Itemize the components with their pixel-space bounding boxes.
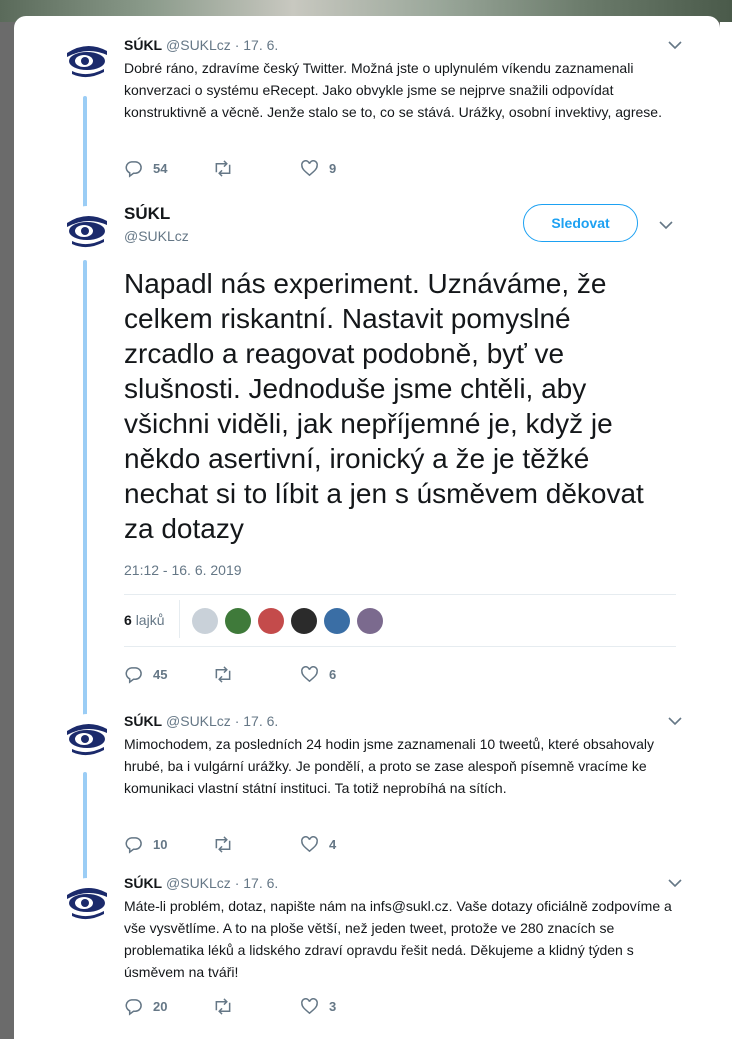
- avatar[interactable]: [64, 206, 110, 252]
- like-count: 6: [329, 666, 337, 682]
- liker-avatar[interactable]: [192, 608, 218, 634]
- tweet-text: Dobré ráno, zdravíme český Twitter. Možn…: [124, 60, 662, 120]
- like-count: 3: [329, 998, 337, 1014]
- tweet-text: Máte-li problém, dotaz, napište nám na i…: [124, 898, 672, 980]
- avatar[interactable]: [64, 36, 110, 82]
- chevron-down-icon[interactable]: [666, 36, 684, 54]
- author-name[interactable]: SÚKL: [124, 37, 162, 53]
- reply-icon: [125, 836, 142, 854]
- reply-count: 20: [153, 998, 168, 1014]
- tweet-thread-modal: SÚKL @SUKLcz · 17. 6. Dobré ráno, zdraví…: [14, 16, 720, 1039]
- tweet[interactable]: SÚKL @SUKLcz · 17. 6. Mimochodem, za pos…: [124, 712, 684, 854]
- avatar[interactable]: [64, 878, 110, 924]
- sukl-logo-icon: [64, 878, 110, 924]
- likes-label: lajků: [135, 612, 165, 628]
- reply-count: 54: [153, 160, 168, 176]
- avatar[interactable]: [64, 714, 110, 760]
- heart-icon: [301, 835, 318, 852]
- like-button[interactable]: 6: [300, 665, 388, 684]
- chevron-down-icon[interactable]: [666, 712, 684, 730]
- tweet-actions: 20 3: [124, 996, 388, 1016]
- tweet-actions: 10 4: [124, 834, 388, 854]
- reply-button[interactable]: 54: [124, 159, 212, 178]
- retweet-button[interactable]: [212, 159, 300, 178]
- reply-count: 10: [153, 836, 168, 852]
- sukl-logo-icon: [64, 714, 110, 760]
- like-button[interactable]: 9: [300, 159, 388, 178]
- liker-avatar[interactable]: [225, 608, 251, 634]
- like-count: 9: [329, 160, 337, 176]
- reply-button[interactable]: 45: [124, 665, 212, 684]
- reply-button[interactable]: 10: [124, 835, 212, 854]
- sukl-logo-icon: [64, 36, 110, 82]
- tweet-actions: 45 6: [124, 664, 388, 684]
- retweet-button[interactable]: [212, 997, 300, 1016]
- tweet-text: Mimochodem, za posledních 24 hodin jsme …: [124, 736, 654, 796]
- likes-count: 6: [124, 612, 132, 628]
- like-button[interactable]: 4: [300, 835, 388, 854]
- reply-icon: [125, 160, 142, 178]
- thread-line: [83, 260, 87, 720]
- heart-icon: [301, 159, 318, 176]
- tweet[interactable]: SÚKL @SUKLcz · 17. 6. Dobré ráno, zdraví…: [124, 36, 684, 178]
- likers-avatars[interactable]: [192, 608, 390, 634]
- liker-avatar[interactable]: [291, 608, 317, 634]
- main-tweet-text: Napadl nás experiment. Uznáváme, že celk…: [124, 268, 644, 544]
- chevron-down-icon[interactable]: [666, 874, 684, 892]
- retweet-icon: [215, 835, 231, 853]
- reply-icon: [125, 666, 142, 684]
- author-name[interactable]: SÚKL: [124, 204, 170, 224]
- thread-line: [83, 96, 87, 208]
- heart-icon: [301, 665, 318, 682]
- author-handle[interactable]: @SUKLcz: [124, 228, 189, 244]
- like-button[interactable]: 3: [300, 997, 388, 1016]
- author-handle[interactable]: @SUKLcz: [166, 875, 231, 891]
- retweet-icon: [215, 159, 231, 177]
- retweet-icon: [215, 997, 231, 1015]
- tweet-date[interactable]: 17. 6.: [243, 875, 278, 891]
- retweet-button[interactable]: [212, 665, 300, 684]
- author-name[interactable]: SÚKL: [124, 713, 162, 729]
- divider: [124, 646, 676, 647]
- liker-avatar[interactable]: [324, 608, 350, 634]
- follow-button[interactable]: Sledovat: [523, 204, 638, 242]
- background-timeline-peek: [720, 22, 732, 1039]
- author-handle[interactable]: @SUKLcz: [166, 37, 231, 53]
- heart-icon: [301, 997, 318, 1014]
- author-name[interactable]: SÚKL: [124, 875, 162, 891]
- chevron-down-icon[interactable]: [657, 216, 675, 239]
- tweet-actions: 54 9: [124, 158, 388, 178]
- thread-line: [83, 772, 87, 884]
- liker-avatar[interactable]: [357, 608, 383, 634]
- like-count: 4: [329, 836, 337, 852]
- likes-summary[interactable]: 6 lajků: [124, 612, 164, 628]
- sukl-logo-icon: [64, 206, 110, 252]
- tweet-date[interactable]: 17. 6.: [243, 37, 278, 53]
- divider: [124, 594, 676, 595]
- tweet[interactable]: SÚKL @SUKLcz · 17. 6. Máte-li problém, d…: [124, 874, 684, 1016]
- reply-button[interactable]: 20: [124, 997, 212, 1016]
- liker-avatar[interactable]: [258, 608, 284, 634]
- reply-icon: [125, 998, 142, 1016]
- tweet-timestamp[interactable]: 21:12 - 16. 6. 2019: [124, 562, 242, 578]
- retweet-icon: [215, 665, 231, 683]
- reply-count: 45: [153, 666, 168, 682]
- author-handle[interactable]: @SUKLcz: [166, 713, 231, 729]
- tweet-date[interactable]: 17. 6.: [243, 713, 278, 729]
- retweet-button[interactable]: [212, 835, 300, 854]
- divider: [179, 600, 180, 638]
